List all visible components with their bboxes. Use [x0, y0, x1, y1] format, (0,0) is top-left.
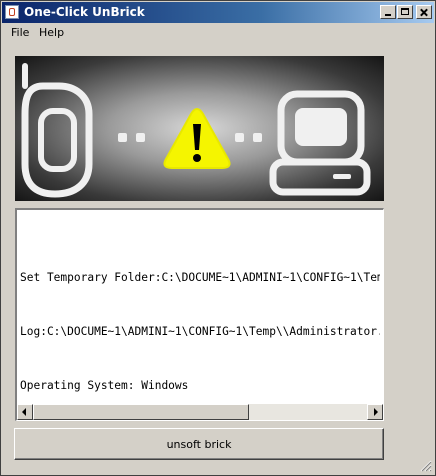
status-banner	[15, 56, 384, 201]
title-bar[interactable]: One-Click UnBrick	[2, 2, 434, 23]
menu-bar: File Help	[2, 23, 434, 42]
phone-icon	[21, 63, 93, 198]
warning-icon	[163, 108, 231, 169]
banner-graphic	[21, 63, 371, 198]
menu-file[interactable]: File	[11, 26, 29, 39]
connection-dots-right	[235, 133, 262, 142]
java-app-icon	[5, 5, 19, 19]
connection-dots-left	[118, 133, 145, 142]
close-button[interactable]	[416, 5, 432, 19]
window-title: One-Click UnBrick	[24, 5, 145, 19]
log-line: Operating System: Windows	[20, 379, 189, 392]
log-line: Log:C:\DOCUME~1\ADMINI~1\CONFIG~1\Temp\\…	[20, 325, 380, 338]
maximize-button[interactable]	[397, 5, 413, 19]
scrollbar-thumb[interactable]	[33, 404, 249, 420]
app-window: One-Click UnBrick File Help Set Temporar…	[0, 0, 436, 476]
menu-help[interactable]: Help	[39, 26, 64, 39]
computer-icon	[269, 90, 371, 196]
log-line: Set Temporary Folder:C:\DOCUME~1\ADMINI~…	[20, 271, 380, 284]
log-output[interactable]: Set Temporary Folder:C:\DOCUME~1\ADMINI~…	[15, 208, 384, 421]
minimize-button[interactable]	[380, 5, 396, 19]
resize-grip-icon[interactable]	[420, 460, 432, 472]
scroll-left-button[interactable]	[17, 404, 33, 420]
scroll-right-button[interactable]	[367, 404, 383, 420]
unsoft-brick-button[interactable]: unsoft brick	[14, 428, 384, 460]
horizontal-scrollbar[interactable]	[17, 404, 383, 420]
log-lines: Set Temporary Folder:C:\DOCUME~1\ADMINI~…	[20, 233, 380, 420]
